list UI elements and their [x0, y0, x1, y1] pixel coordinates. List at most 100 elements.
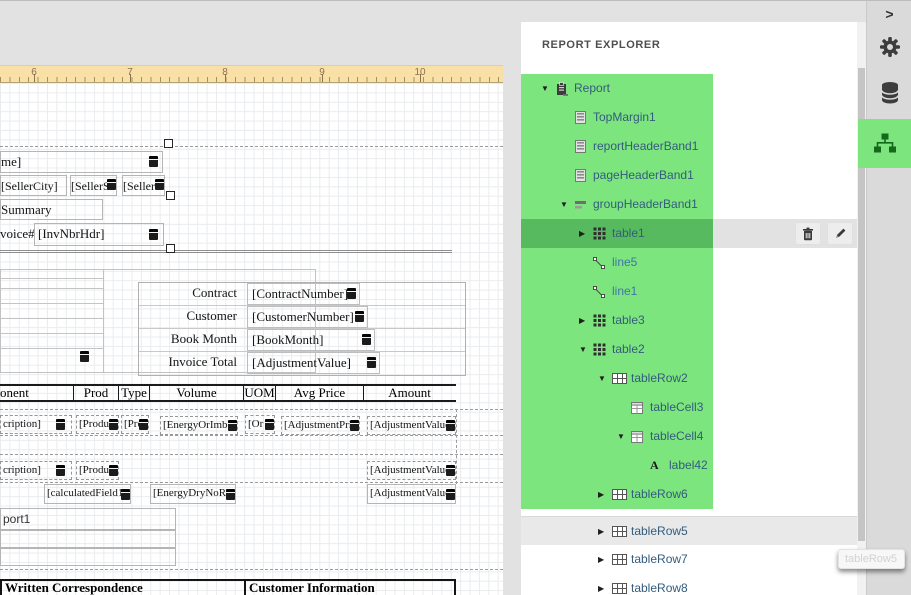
datasource-marker-icon — [446, 489, 455, 500]
tree-node-table2[interactable]: ▼table2 — [521, 335, 866, 364]
label-invoice-number[interactable]: voice#: — [0, 224, 34, 246]
empty-box[interactable] — [0, 548, 176, 566]
tree-node-pageHeaderBand1[interactable]: pageHeaderBand1 — [521, 161, 866, 190]
info-value-field[interactable]: [BookMonth] — [247, 329, 375, 351]
edit-button[interactable] — [827, 222, 853, 245]
field-invoice-number[interactable]: [InvNbrHdr] — [34, 223, 164, 246]
row-icon — [612, 526, 628, 537]
table-icon — [593, 314, 609, 327]
field-description[interactable]: cription] — [0, 415, 72, 434]
tree-node-table1[interactable]: ▶table1 — [521, 219, 866, 248]
info-value-field[interactable]: [ContractNumber] — [247, 283, 360, 305]
field-type[interactable]: [Pro — [121, 415, 149, 434]
header-cell-amount[interactable]: Amount — [363, 386, 455, 400]
panel-scrollbar[interactable] — [857, 22, 866, 595]
field-seller-name[interactable]: me] — [0, 151, 163, 173]
datasource-marker-icon — [355, 311, 364, 322]
field-adjustment-value-2[interactable]: [AdjustmentValue] — [367, 461, 456, 480]
ruler-major-tick — [420, 74, 421, 82]
invoice-info-table[interactable]: Contract[ContractNumber]Customer[Custome… — [138, 282, 466, 376]
selection-handle[interactable] — [166, 244, 175, 253]
header-cell-type[interactable]: Type — [118, 386, 149, 400]
selection-handle[interactable] — [166, 191, 175, 200]
footer-written-correspondence[interactable]: Written Correspondence — [0, 579, 246, 595]
info-row-0[interactable]: Contract[ContractNumber] — [139, 283, 465, 306]
header-cell-component[interactable]: onent — [0, 386, 73, 400]
design-canvas[interactable]: me] [SellerCity] [SellerS [Seller Summar… — [0, 83, 503, 595]
expander-right-icon[interactable]: ▶ — [579, 219, 593, 248]
tree-node-tableRow8[interactable]: ▶tableRow8 — [521, 574, 866, 595]
field-product[interactable]: [Produc — [76, 415, 119, 434]
tree-node-tableRow5[interactable]: ▶ tableRow5 — [521, 516, 866, 545]
field-calculated[interactable]: [calculatedField1 — [44, 484, 131, 504]
band-icon — [574, 111, 590, 124]
items-table-header[interactable]: onent Prod Type Volume UOM Avg Price Amo… — [0, 384, 456, 402]
field-seller-state[interactable]: [SellerS — [70, 175, 117, 196]
band-separator-dashed — [0, 146, 503, 147]
info-value-field[interactable]: [CustomerNumber] — [247, 306, 368, 328]
expander-down-icon[interactable]: ▼ — [579, 335, 593, 364]
expander-right-icon[interactable]: ▶ — [598, 517, 612, 546]
info-row-3[interactable]: Invoice Total[AdjustmentValue] — [139, 352, 465, 375]
ruler-minor-ticks — [0, 77, 503, 82]
empty-box[interactable] — [0, 530, 176, 548]
field-summary[interactable]: Summary — [0, 199, 103, 220]
field-product-2[interactable]: [Produc — [76, 461, 119, 480]
tree-node-label42[interactable]: Alabel42 — [521, 451, 866, 480]
header-cell-volume[interactable]: Volume — [149, 386, 243, 400]
expander-down-icon[interactable]: ▼ — [617, 422, 631, 451]
tree-node-line1[interactable]: line1 — [521, 277, 866, 306]
field-volume[interactable]: [EnergyOrImbed] — [160, 416, 238, 435]
info-value-field[interactable]: [AdjustmentValue] — [247, 352, 380, 374]
data-sources-icon[interactable] — [867, 81, 911, 105]
expander-right-icon[interactable]: ▶ — [579, 306, 593, 335]
field-energy-dry[interactable]: [EnergyDryNoRsv] — [150, 484, 236, 504]
expander-down-icon[interactable]: ▼ — [560, 190, 574, 219]
collapse-chevron-icon[interactable]: > — [867, 5, 911, 23]
footer-customer-information[interactable]: Customer Information — [246, 579, 456, 595]
field-adjustment-value-3[interactable]: [AdjustmentValue] — [367, 484, 456, 504]
tree-node-label: groupHeaderBand1 — [590, 190, 698, 219]
expander-right-icon[interactable]: ▶ — [598, 574, 612, 595]
tree-node-reportHeaderBand1[interactable]: reportHeaderBand1 — [521, 132, 866, 161]
tree-node-tableRow2[interactable]: ▼tableRow2 — [521, 364, 866, 393]
info-row-2[interactable]: Book Month[BookMonth] — [139, 329, 465, 352]
tree-node-tableCell4[interactable]: ▼tableCell4 — [521, 422, 866, 451]
selection-handle[interactable] — [164, 139, 173, 148]
field-uom[interactable]: [Or — [245, 415, 275, 434]
settings-gear-icon[interactable] — [867, 35, 911, 59]
band-separator-dashed — [0, 454, 503, 455]
ruler-major-tick — [225, 74, 226, 82]
expander-down-icon[interactable]: ▼ — [541, 74, 555, 103]
tree-node-TopMargin1[interactable]: TopMargin1 — [521, 103, 866, 132]
header-cell-prod[interactable]: Prod — [73, 386, 118, 400]
header-cell-uom[interactable]: UOM — [243, 386, 275, 400]
row-line — [0, 278, 103, 279]
panel-title: REPORT EXPLORER — [542, 39, 660, 51]
tree-node-tableCell3[interactable]: tableCell3 — [521, 393, 866, 422]
datasource-marker-icon — [80, 351, 89, 362]
band-separator-double — [0, 250, 452, 253]
expander-right-icon[interactable]: ▶ — [598, 480, 612, 509]
tree-node-label: Report — [571, 74, 610, 103]
field-description-2[interactable]: cription] — [0, 461, 72, 480]
tree-node-tableRow6[interactable]: ▶tableRow6 — [521, 480, 866, 509]
delete-button[interactable] — [795, 222, 821, 245]
subreport-box[interactable]: port1 — [0, 508, 176, 530]
datasource-marker-icon — [107, 179, 116, 190]
tree-node-groupHeaderBand1[interactable]: ▼ groupHeaderBand1 — [521, 190, 866, 219]
info-row-1[interactable]: Customer[CustomerNumber] — [139, 306, 465, 329]
tree-node-label: tableRow5 — [628, 517, 688, 546]
header-cell-avg-price[interactable]: Avg Price — [275, 386, 363, 400]
field-adjustment-price[interactable]: [AdjustmentPrice — [281, 416, 360, 435]
expander-down-icon[interactable]: ▼ — [598, 364, 612, 393]
tree-node-Report[interactable]: ▼ Report — [521, 74, 866, 103]
field-seller-city[interactable]: [SellerCity] — [0, 175, 67, 196]
tree-node-table3[interactable]: ▶table3 — [521, 306, 866, 335]
field-seller-zip[interactable]: [Seller — [122, 175, 165, 196]
tree-node-line5[interactable]: line5 — [521, 248, 866, 277]
report-explorer-tab-active[interactable] — [858, 119, 911, 168]
expander-right-icon[interactable]: ▶ — [598, 545, 612, 574]
field-adjustment-value[interactable]: [AdjustmentValue] — [367, 416, 456, 435]
tree-node-tableRow7[interactable]: ▶tableRow7 — [521, 545, 866, 574]
